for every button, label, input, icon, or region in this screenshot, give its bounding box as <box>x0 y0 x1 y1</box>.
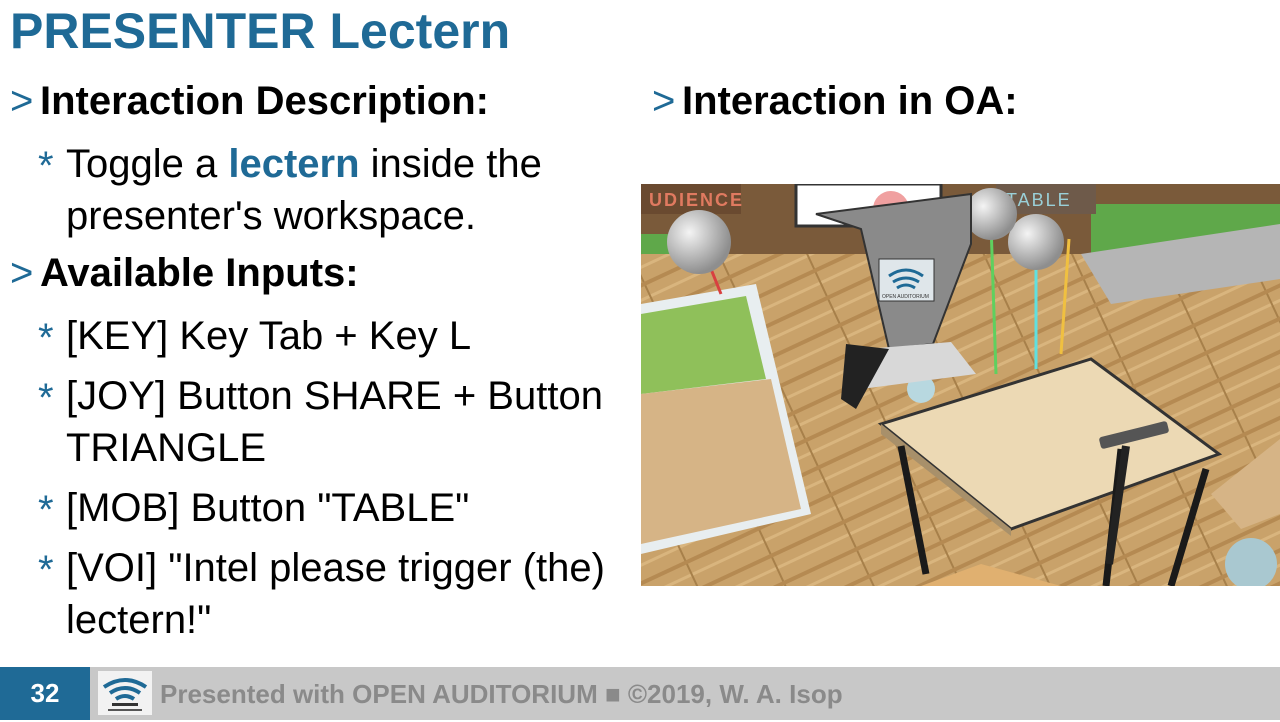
input-text: [JOY] Button SHARE + Button TRIANGLE <box>66 374 603 470</box>
open-auditorium-logo-icon <box>98 671 152 715</box>
lectern-logo-text: OPEN AUDITORIUM <box>882 294 929 300</box>
bullet-marker: > <box>652 79 676 123</box>
page-number: 32 <box>0 667 90 720</box>
oa-scene-screenshot: UDIENCE TABLE OPEN AUDITORIUM <box>641 184 1280 586</box>
heading-interaction-description: > Interaction Description: <box>10 78 610 124</box>
footer-text: Presented with OPEN AUDITORIUM ■ ©2019, … <box>160 679 843 709</box>
input-text: [VOI] "Intel please trigger (the) lecter… <box>66 546 605 642</box>
bullet-marker: * <box>38 376 54 420</box>
input-item-key: * [KEY] Key Tab + Key L <box>10 310 610 362</box>
sphere-3 <box>965 188 1017 240</box>
heading-text: Interaction in OA: <box>682 79 1018 123</box>
heading-available-inputs: > Available Inputs: <box>10 250 610 296</box>
input-text: [MOB] Button "TABLE" <box>66 486 470 530</box>
heading-text: Available Inputs: <box>40 251 359 295</box>
sphere-1 <box>667 210 731 274</box>
description-highlight: lectern <box>228 142 360 186</box>
scene-illustration: UDIENCE TABLE OPEN AUDITORIUM <box>641 184 1280 586</box>
right-column: > Interaction in OA: <box>652 78 1272 138</box>
bullet-marker: * <box>38 144 54 188</box>
heading-interaction-in-oa: > Interaction in OA: <box>652 78 1272 124</box>
left-column: > Interaction Description: * Toggle a le… <box>10 78 610 654</box>
input-item-joy: * [JOY] Button SHARE + Button TRIANGLE <box>10 370 610 474</box>
bullet-marker: > <box>10 79 34 123</box>
footer-bar: 32 Presented with OPEN AUDITORIUM ■ ©201… <box>0 667 1280 720</box>
audience-sign-text: UDIENCE <box>649 190 744 210</box>
bullet-marker: * <box>38 488 54 532</box>
input-item-voi: * [VOI] "Intel please trigger (the) lect… <box>10 542 610 646</box>
sphere-2 <box>1008 214 1064 270</box>
input-item-mob: * [MOB] Button "TABLE" <box>10 482 610 534</box>
input-text: [KEY] Key Tab + Key L <box>66 314 472 358</box>
slide-title: PRESENTER Lectern <box>10 3 511 59</box>
bullet-marker: * <box>38 548 54 592</box>
description-text-1: Toggle a <box>66 142 229 186</box>
heading-text: Interaction Description: <box>40 79 489 123</box>
bullet-marker: > <box>10 251 34 295</box>
description-item: * Toggle a lectern inside the presenter'… <box>10 138 610 242</box>
bullet-marker: * <box>38 316 54 360</box>
